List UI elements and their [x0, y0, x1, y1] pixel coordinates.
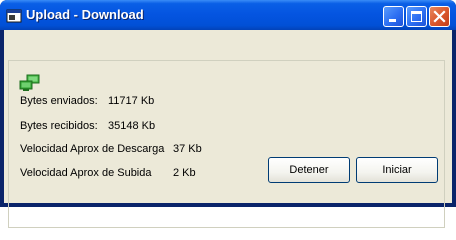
window-title: Upload - Download [26, 7, 144, 22]
bytes-sent-value: 11717 Kb [108, 95, 155, 107]
close-button[interactable] [429, 6, 450, 27]
download-speed-value: 37 Kb [173, 143, 202, 155]
bytes-sent-label: Bytes enviados: [20, 95, 98, 107]
upload-speed-value: 2 Kb [173, 167, 196, 179]
app-window-icon[interactable] [6, 8, 22, 24]
network-computers-icon [19, 74, 41, 92]
upload-speed-label: Velocidad Aprox de Subida [20, 167, 152, 179]
minimize-button[interactable] [383, 6, 404, 27]
start-button[interactable]: Iniciar [356, 157, 438, 183]
window: Upload - Download Bytes enviados: 11717 … [0, 0, 456, 228]
title-bar[interactable]: Upload - Download [0, 0, 456, 30]
download-speed-label: Velocidad Aprox de Descarga [20, 143, 165, 155]
maximize-icon [411, 11, 422, 22]
maximize-button[interactable] [406, 6, 427, 27]
minimize-icon [389, 19, 396, 22]
bytes-received-value: 35148 Kb [108, 120, 156, 132]
bytes-received-label: Bytes recibidos: [20, 120, 98, 132]
close-icon [433, 10, 446, 23]
stop-button[interactable]: Detener [268, 157, 350, 183]
